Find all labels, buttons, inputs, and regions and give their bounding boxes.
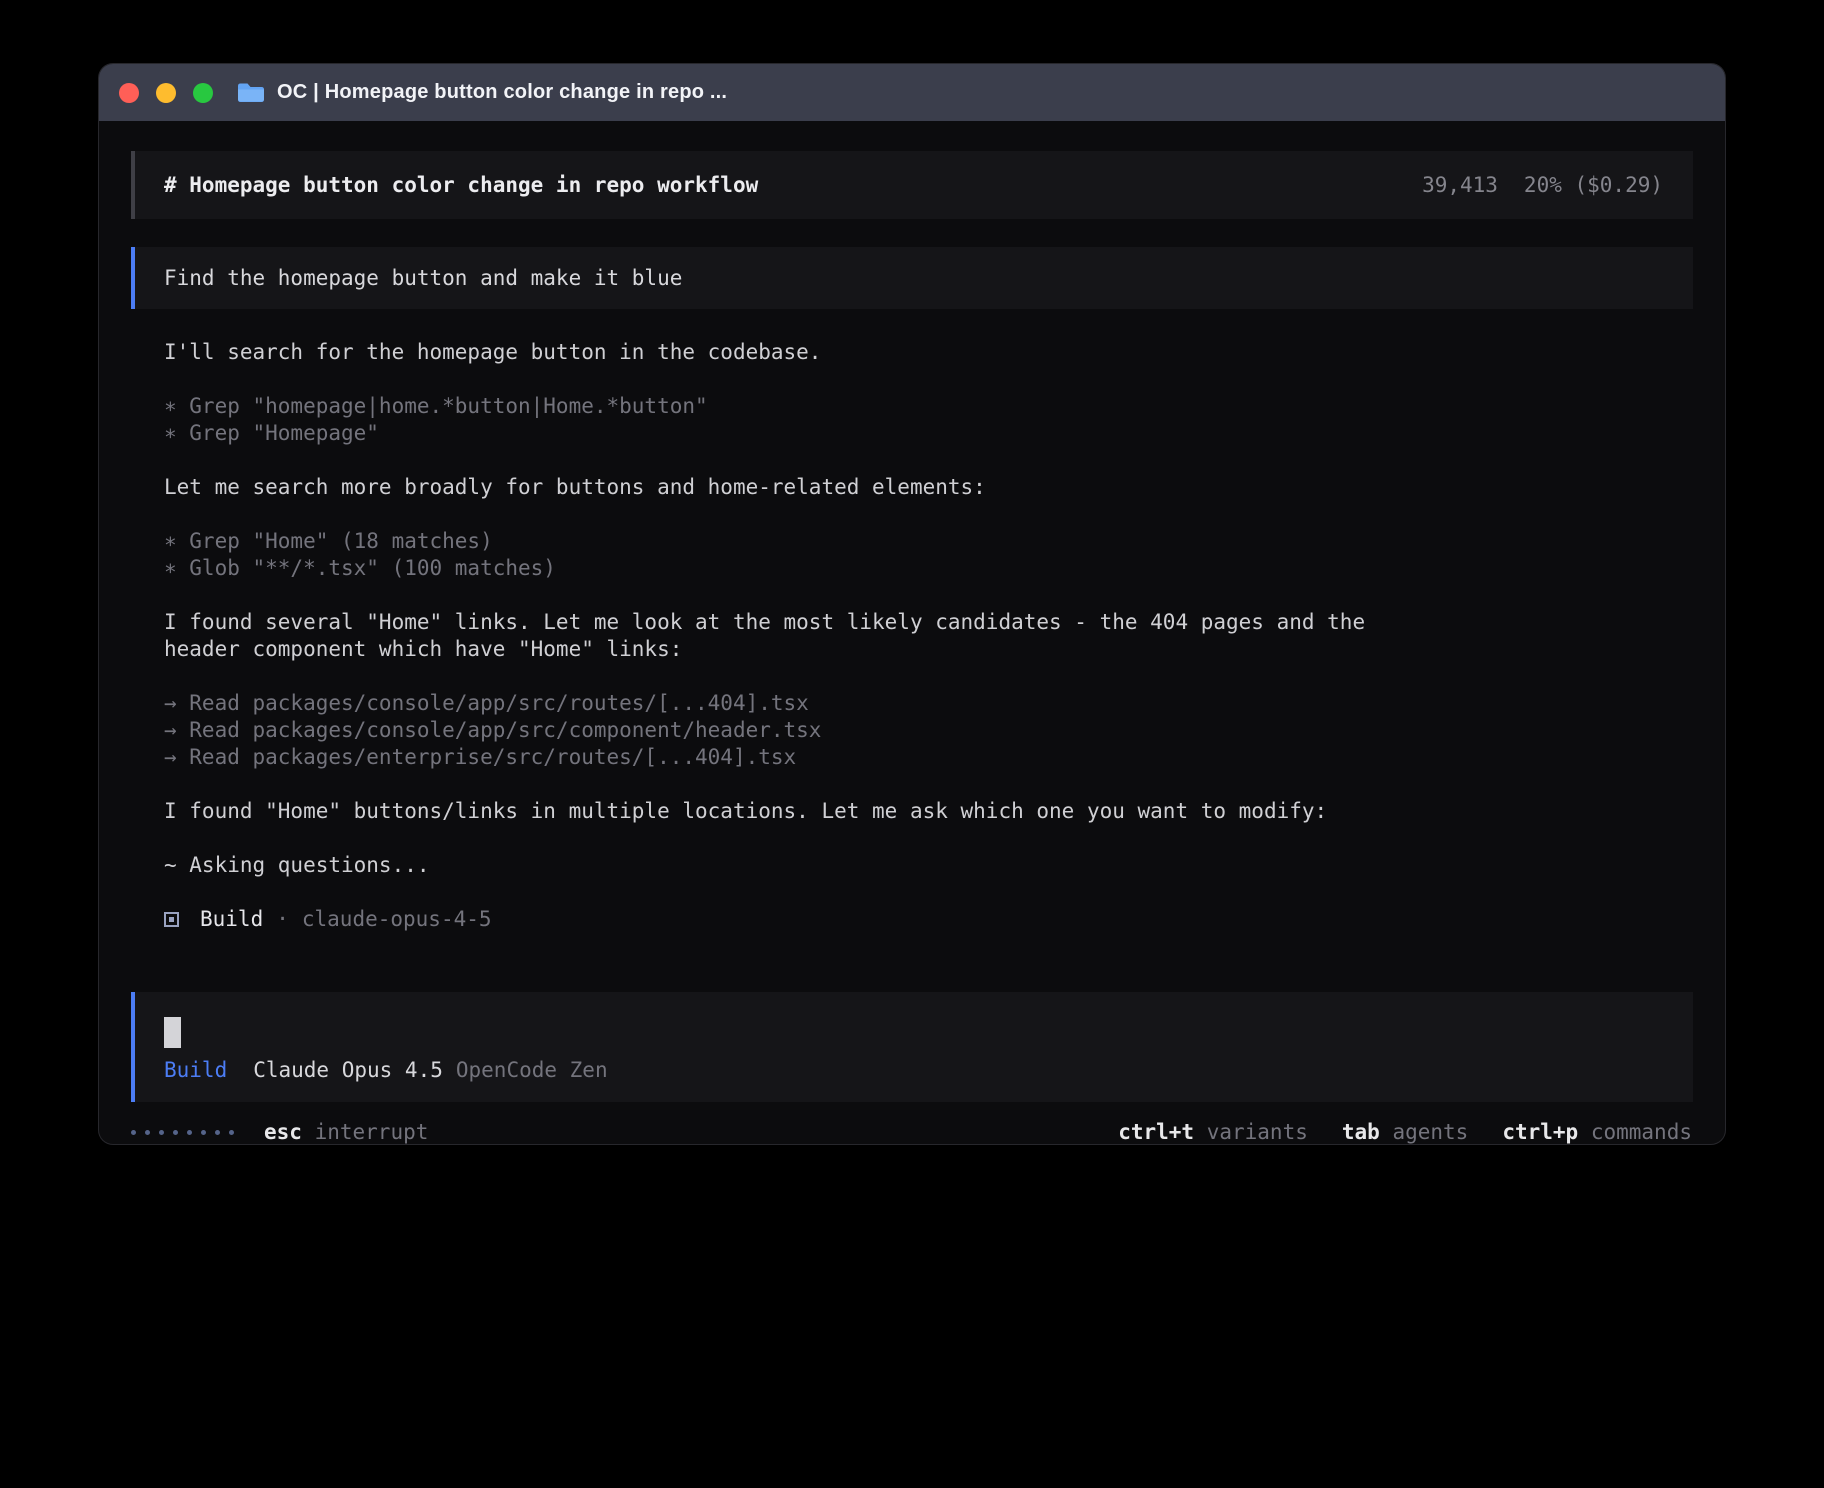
assistant-paragraph: I found several "Home" links. Let me loo… [164, 609, 1414, 663]
assistant-paragraph: Let me search more broadly for buttons a… [164, 474, 1414, 501]
close-button[interactable] [119, 83, 139, 103]
hint-key: ctrl+t [1118, 1120, 1194, 1144]
status-line: ~ Asking questions... [164, 852, 1414, 879]
hint-key: ctrl+p [1502, 1120, 1578, 1144]
assistant-transcript: I'll search for the homepage button in t… [131, 339, 1693, 960]
hint-label: agents [1392, 1120, 1468, 1144]
model-label[interactable]: Claude Opus 4.5 [253, 1058, 443, 1082]
tool-call-grep: ∗ Grep "Home" (18 matches) [164, 528, 1693, 555]
footer-left: esc interrupt [131, 1120, 428, 1144]
agent-model: claude-opus-4-5 [302, 906, 492, 933]
session-title: # Homepage button color change in repo w… [164, 173, 758, 197]
spinner-dot [215, 1130, 220, 1135]
spinner-dot [131, 1130, 136, 1135]
footer-right: ctrl+t variants tab agents ctrl+p comman… [1118, 1120, 1692, 1144]
hint-key: tab [1342, 1120, 1380, 1144]
provider-label: OpenCode Zen [456, 1058, 608, 1082]
hint-commands: ctrl+p commands [1502, 1120, 1692, 1144]
session-stats: 39,413 20% ($0.29) [1422, 173, 1663, 197]
hint-key: esc [264, 1120, 302, 1144]
tool-call-read: → Read packages/console/app/src/routes/[… [164, 690, 1693, 717]
token-count: 39,413 [1422, 173, 1498, 197]
assistant-paragraph: I'll search for the homepage button in t… [164, 339, 1414, 366]
agent-name: Build [200, 906, 263, 933]
tool-call-grep: ∗ Grep "homepage|home.*button|Home.*butt… [164, 393, 1693, 420]
folder-icon [237, 82, 264, 104]
footer: esc interrupt ctrl+t variants tab agents… [131, 1120, 1693, 1144]
tool-call-grep: ∗ Grep "Homepage" [164, 420, 1693, 447]
tool-call-read: → Read packages/console/app/src/componen… [164, 717, 1693, 744]
tool-call-group: → Read packages/console/app/src/routes/[… [164, 690, 1693, 771]
terminal-window: OC | Homepage button color change in rep… [99, 64, 1725, 1144]
spinner-dot [201, 1130, 206, 1135]
tool-call-glob: ∗ Glob "**/*.tsx" (100 matches) [164, 555, 1693, 582]
agent-icon [164, 912, 179, 927]
text-cursor [164, 1017, 181, 1048]
zoom-button[interactable] [193, 83, 213, 103]
hint-interrupt: esc interrupt [264, 1120, 428, 1144]
activity-spinner [131, 1130, 234, 1135]
hint-label: commands [1591, 1120, 1692, 1144]
session-header: # Homepage button color change in repo w… [131, 151, 1693, 219]
traffic-lights [119, 83, 213, 103]
terminal-body: # Homepage button color change in repo w… [99, 121, 1725, 1144]
tool-call-read: → Read packages/enterprise/src/routes/[.… [164, 744, 1693, 771]
separator-dot: · [276, 906, 289, 933]
assistant-paragraph: I found "Home" buttons/links in multiple… [164, 798, 1414, 825]
prompt-input[interactable]: Build Claude Opus 4.5 OpenCode Zen [131, 992, 1693, 1102]
hint-label: variants [1207, 1120, 1308, 1144]
hint-variants: ctrl+t variants [1118, 1120, 1308, 1144]
user-message-text: Find the homepage button and make it blu… [164, 266, 682, 290]
hint-label: interrupt [315, 1120, 429, 1144]
input-status-bar: Build Claude Opus 4.5 OpenCode Zen [164, 1058, 1665, 1082]
mode-label[interactable]: Build [164, 1058, 227, 1082]
tool-call-group: ∗ Grep "homepage|home.*button|Home.*butt… [164, 393, 1693, 447]
tool-call-group: ∗ Grep "Home" (18 matches) ∗ Glob "**/*.… [164, 528, 1693, 582]
user-message: Find the homepage button and make it blu… [131, 247, 1693, 309]
spinner-dot [159, 1130, 164, 1135]
spinner-dot [187, 1130, 192, 1135]
window-title: OC | Homepage button color change in rep… [277, 81, 727, 104]
titlebar[interactable]: OC | Homepage button color change in rep… [99, 64, 1725, 121]
minimize-button[interactable] [156, 83, 176, 103]
hint-agents: tab agents [1342, 1120, 1468, 1144]
spinner-dot [229, 1130, 234, 1135]
spinner-dot [145, 1130, 150, 1135]
agent-badge: Build · claude-opus-4-5 [164, 906, 1693, 933]
spinner-dot [173, 1130, 178, 1135]
context-cost: 20% ($0.29) [1524, 173, 1663, 197]
